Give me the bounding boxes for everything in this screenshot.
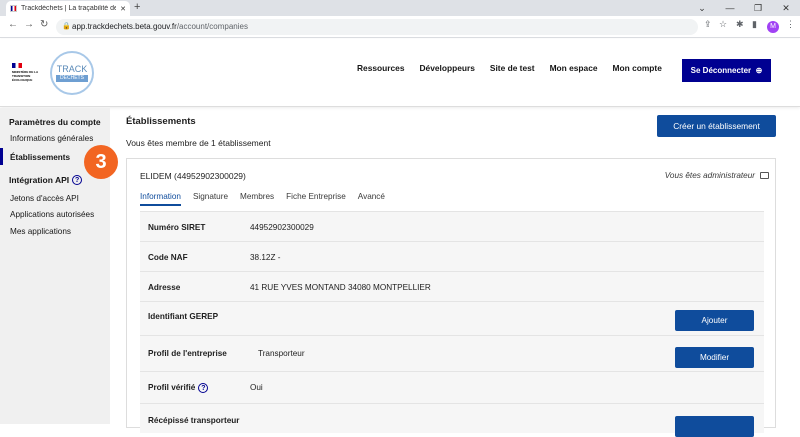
- flag-icon: [12, 63, 22, 68]
- row-value: 41 RUE YVES MONTAND 34080 MONTPELLIER: [250, 283, 431, 292]
- nav-mon-espace[interactable]: Mon espace: [550, 63, 598, 73]
- browser-tab-title: Trackdéchets | La traçabilité des: [21, 5, 117, 12]
- sidebar-section-api-label: Intégration API: [9, 175, 70, 185]
- ministry-logo: MINISTÈRE DE LA TRANSITION ÉCOLOGIQUE: [12, 63, 46, 82]
- address-bar-row: ← → ↻ 🔒 app.trackdechets.beta.gouv.fr/ac…: [0, 16, 800, 38]
- trackdechets-logo[interactable]: TRACK DÉCHETS: [50, 51, 94, 95]
- row-value: Oui: [250, 383, 263, 392]
- create-establishment-button[interactable]: Créer un établissement: [657, 115, 776, 137]
- role-text: Vous êtes administrateur: [664, 171, 755, 180]
- table-row: Adresse 41 RUE YVES MONTAND 34080 MONTPE…: [140, 271, 764, 301]
- logo-sub-text: DÉCHETS: [56, 75, 88, 82]
- table-row: Profil vérifié? Oui: [140, 371, 764, 403]
- help-icon[interactable]: ?: [72, 175, 83, 185]
- browser-tab-strip: Trackdéchets | La traçabilité des ✕ + ⌄ …: [0, 0, 800, 16]
- back-icon[interactable]: ←: [8, 19, 18, 30]
- row-value: 44952902300029: [250, 223, 314, 232]
- share-icon[interactable]: ⇪: [704, 19, 712, 30]
- step-badge: 3: [84, 145, 118, 179]
- lock-icon: 🔒: [62, 23, 71, 30]
- favicon-icon: [10, 5, 17, 12]
- nav-mon-compte[interactable]: Mon compte: [613, 63, 662, 73]
- row-label: Profil de l'entreprise: [148, 349, 227, 358]
- user-circle-icon: ⊕: [753, 66, 763, 75]
- logout-label: Se Déconnecter: [690, 66, 752, 75]
- sidebar-item-my-apps[interactable]: Mes applications: [10, 227, 71, 236]
- nav-developpeurs[interactable]: Développeurs: [420, 63, 475, 73]
- tab-fiche-entreprise[interactable]: Fiche Entreprise: [286, 192, 346, 206]
- row-label: Code NAF: [148, 253, 188, 262]
- tab-information[interactable]: Information: [140, 192, 181, 206]
- row-label-text: Profil vérifié: [148, 383, 196, 392]
- profile-avatar[interactable]: M: [767, 21, 779, 33]
- page-title: Établissements: [126, 116, 196, 127]
- sidebar-section-account: Paramètres du compte: [9, 117, 101, 127]
- logout-button[interactable]: Se Déconnecter ⊕: [682, 59, 771, 82]
- url-path: /account/companies: [176, 22, 248, 31]
- close-tab-icon[interactable]: ✕: [120, 5, 126, 13]
- restore-icon[interactable]: ❐: [744, 0, 772, 16]
- reload-icon[interactable]: ↻: [40, 19, 48, 30]
- url-input[interactable]: 🔒 app.trackdechets.beta.gouv.fr/account/…: [56, 19, 698, 35]
- extensions-icon[interactable]: ✱: [736, 19, 744, 30]
- comment-icon[interactable]: [760, 172, 769, 179]
- row-label: Profil vérifié?: [148, 383, 209, 393]
- sidebar-item-general[interactable]: Informations générales: [10, 134, 93, 143]
- table-row: Code NAF 38.12Z -: [140, 241, 764, 271]
- sidebar-item-establishments[interactable]: Établissements: [10, 153, 70, 162]
- nav-ressources[interactable]: Ressources: [357, 63, 405, 73]
- new-tab-icon[interactable]: +: [134, 1, 140, 13]
- edit-profile-button[interactable]: Modifier: [675, 347, 754, 368]
- table-row: Numéro SIRET 44952902300029: [140, 211, 764, 241]
- url-domain: app.trackdechets.beta.gouv.fr: [72, 22, 177, 31]
- window-controls: ⌄ — ❐ ✕: [688, 0, 800, 16]
- forward-icon[interactable]: →: [24, 19, 34, 30]
- row-action-button[interactable]: [675, 416, 754, 437]
- close-window-icon[interactable]: ✕: [772, 0, 800, 16]
- menu-icon[interactable]: ⋮: [786, 19, 795, 30]
- star-icon[interactable]: ☆: [719, 19, 727, 30]
- row-label: Adresse: [148, 283, 181, 292]
- tab-signature[interactable]: Signature: [193, 192, 228, 206]
- sidebar-item-authorized-apps[interactable]: Applications autorisées: [10, 210, 94, 219]
- row-label: Numéro SIRET: [148, 223, 206, 232]
- sidebar-item-tokens[interactable]: Jetons d'accès API: [10, 194, 79, 203]
- tab-avance[interactable]: Avancé: [358, 192, 385, 206]
- company-tabs: Information Signature Membres Fiche Entr…: [140, 192, 385, 206]
- table-row: Profil de l'entreprise Transporteur Modi…: [140, 335, 764, 371]
- sidepanel-icon[interactable]: ▮: [752, 19, 757, 30]
- table-row: Identifiant GEREP Ajouter: [140, 301, 764, 335]
- row-value: Transporteur: [258, 349, 305, 358]
- help-icon[interactable]: ?: [198, 383, 209, 393]
- minimize-icon[interactable]: —: [716, 0, 744, 16]
- company-title: ELIDEM (44952902300029): [140, 171, 246, 181]
- sidebar-section-api: Intégration API?: [9, 175, 83, 185]
- nav-site-de-test[interactable]: Site de test: [490, 63, 535, 73]
- company-card: ELIDEM (44952902300029) Vous êtes admini…: [126, 158, 776, 437]
- browser-tab[interactable]: Trackdéchets | La traçabilité des ✕: [6, 1, 130, 16]
- site-header: MINISTÈRE DE LA TRANSITION ÉCOLOGIQUE TR…: [0, 39, 800, 107]
- row-value: 38.12Z -: [250, 253, 281, 262]
- main-nav: Ressources Développeurs Site de test Mon…: [357, 63, 662, 73]
- table-row: Récépissé transporteur: [140, 403, 764, 437]
- tab-membres[interactable]: Membres: [240, 192, 274, 206]
- ministry-name: MINISTÈRE DE LA TRANSITION ÉCOLOGIQUE: [12, 70, 39, 82]
- active-indicator: [0, 148, 3, 165]
- row-label: Identifiant GEREP: [148, 312, 219, 321]
- chevron-down-icon[interactable]: ⌄: [688, 0, 716, 16]
- logo-top-text: TRACK: [56, 64, 88, 74]
- membership-text: Vous êtes membre de 1 établissement: [126, 138, 271, 148]
- add-gerep-button[interactable]: Ajouter: [675, 310, 754, 331]
